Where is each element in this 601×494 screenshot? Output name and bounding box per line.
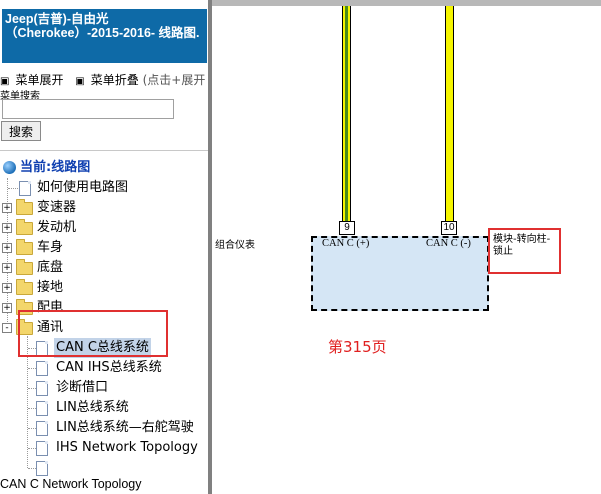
document-icon [36, 461, 48, 476]
document-icon [36, 421, 48, 436]
can-high-label: CAN C (+) [322, 238, 370, 249]
globe-icon [3, 161, 16, 174]
annotation-box [18, 310, 168, 357]
folder-icon [16, 279, 33, 295]
folder-icon [16, 239, 33, 255]
document-title: Jeep(吉普)-自由光（Cherokee）-2015-2016- 线路图. [2, 9, 207, 63]
collapse-toggle-icon[interactable]: ▣ [75, 76, 84, 87]
expand-icon[interactable]: + [2, 203, 12, 213]
annotation-box [488, 228, 561, 274]
diagram-top-bar [212, 0, 601, 6]
module-label: 组合仪表 [215, 240, 255, 251]
wiring-diagram: 9 10 组合仪表 CAN C (+) CAN C (-) 模块-转向柱-锁止 … [212, 0, 601, 494]
wire-can-low [445, 6, 454, 221]
pin-10: 10 [441, 221, 457, 235]
menu-collapse-link[interactable]: 菜单折叠 [91, 73, 139, 87]
folder-icon [16, 219, 33, 235]
navigation-pane: Jeep(吉普)-自由光（Cherokee）-2015-2016- 线路图. ▣… [0, 0, 208, 494]
can-low-label: CAN C (-) [426, 238, 471, 249]
menu-controls: ▣ 菜单展开 ▣ 菜单折叠 (点击+展开 [0, 71, 205, 88]
document-icon [36, 361, 48, 376]
expand-icon[interactable]: + [2, 243, 12, 253]
document-icon [36, 441, 48, 456]
folder-icon [16, 259, 33, 275]
menu-hint: (点击+展开 [142, 73, 206, 87]
document-icon [36, 401, 48, 416]
menu-expand-link[interactable]: 菜单展开 [15, 73, 63, 87]
pin-9: 9 [339, 221, 355, 235]
document-icon [36, 381, 48, 396]
expand-icon[interactable]: + [2, 283, 12, 293]
expand-icon[interactable]: + [2, 303, 12, 313]
expand-icon[interactable]: + [2, 223, 12, 233]
tree-current-label: 当前:线路图 [20, 160, 91, 175]
page-number: 第315页 [328, 338, 387, 356]
search-button[interactable]: 搜索 [1, 121, 41, 141]
divider [0, 150, 208, 151]
wire-can-high [342, 6, 351, 221]
collapse-icon[interactable]: - [2, 323, 12, 333]
expand-icon[interactable]: + [2, 263, 12, 273]
folder-icon [16, 199, 33, 215]
expand-toggle-icon[interactable]: ▣ [0, 76, 9, 87]
tree-item-can-c-network-topology[interactable]: CAN C Network Topology [0, 477, 142, 491]
search-input[interactable] [2, 99, 174, 119]
document-icon [19, 181, 31, 196]
